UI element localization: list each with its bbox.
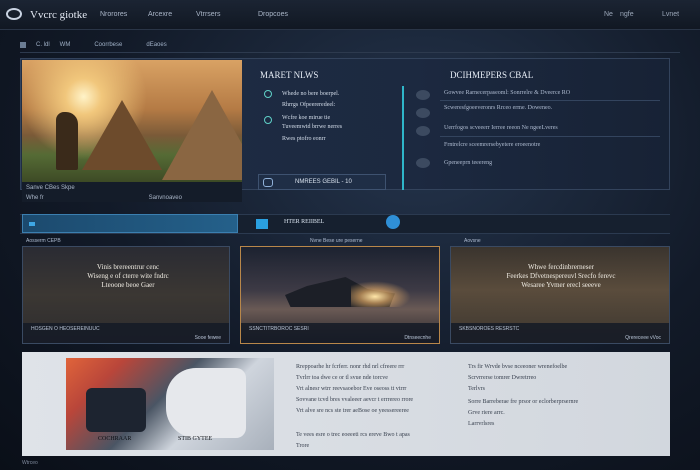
developer-avatar-icon <box>416 90 430 100</box>
developer-row[interactable]: Frntrelcre sceemrersebyetere eroeenotre <box>444 142 540 148</box>
chat-icon <box>263 178 273 187</box>
category-label-right: Aovsne <box>464 238 481 244</box>
card-text-line: Whwe fercdinbrerneser <box>528 263 594 271</box>
card-footer-title: SKBSNOROES RESRSTC <box>459 326 520 332</box>
card-text-line: Wiseng e of cterre wite fndrc <box>87 272 169 280</box>
nav-item-3[interactable]: Vtrrsers <box>196 11 221 18</box>
image-caption-right: STIB GYTEE <box>178 436 213 442</box>
article-image[interactable]: COCHRAAR STIB GYTEE <box>66 358 274 450</box>
article-line: Vrt alnesr wtrr reevsaoebor Eve oseoss t… <box>296 386 407 392</box>
sub-navigation: C. ldl WM Coorrbese dEaoes <box>20 40 167 50</box>
subnav-item-3[interactable]: Coorrbese <box>94 42 122 48</box>
article-line: Sovvane tcvd bres vvaleeer aevcr t errre… <box>296 397 414 403</box>
tab-icon <box>256 219 268 229</box>
card-footer-title: HOSGEN O HEOSEREINUUC <box>31 326 100 332</box>
nav-item-2[interactable]: Arcexre <box>148 11 172 18</box>
subnav-item-4[interactable]: dEaoes <box>146 42 166 48</box>
mountain-shape <box>162 90 242 180</box>
tab-reibel[interactable]: HTER REIIBEL <box>250 214 380 233</box>
rock-formation <box>56 112 78 170</box>
category-label-left: Aosserm CEPB <box>26 238 61 244</box>
article-line: Vrt alve sre ncs ste trer aeBose oe yees… <box>296 408 409 414</box>
developer-row[interactable]: Gowvee Rarnecerpaseoml: Sonrrelre & Dvee… <box>444 90 570 96</box>
subnav-item-2[interactable]: WM <box>60 42 71 48</box>
hero-image[interactable] <box>22 60 242 182</box>
news-item-3[interactable]: Wcfre koe mirue tie Tuveemwtd brrwe nerr… <box>282 114 342 132</box>
news-item-1[interactable]: Whede no bere boerpel. <box>282 90 339 99</box>
brand-name[interactable]: Vvcrc giotke <box>30 9 87 21</box>
tab-label: HTER REIIBEL <box>284 219 325 225</box>
image-caption-left: COCHRAAR <box>98 436 132 442</box>
tab-active[interactable] <box>22 214 238 233</box>
sidebar-line: Scrvrrerse tomrer Dwretrreo <box>468 375 537 381</box>
card-text-line: Vinis brereentrur cenc <box>96 263 160 271</box>
top-navigation-bar: Vvcrc giotke Nrorores Arcexre Vtrrsers D… <box>0 0 700 30</box>
mountain-shape <box>82 100 162 170</box>
developer-avatar-icon <box>416 158 430 168</box>
card-footer: HOSGEN O HEOSEREINUUC Sooe fewee <box>23 323 229 343</box>
subnav-item-1[interactable]: C. ldl <box>36 42 50 48</box>
developer-row[interactable]: Gpeneeprn teeereng <box>444 160 492 166</box>
robot-figure <box>166 368 246 438</box>
footer-label: Wtrceo <box>22 460 38 466</box>
news-more-button[interactable]: NMREES GEBIL - 10 <box>258 174 386 190</box>
card-footer-meta: Qrereceee vVoc <box>625 335 661 341</box>
hero-caption-line-1: Sanve CBes Skpe <box>26 185 75 191</box>
sidebar-line: Terlvrs <box>468 386 485 392</box>
nav-item-1[interactable]: Nrorores <box>100 11 127 18</box>
sidebar-line: Trs fir Wrvde bvse nceeoner wrenefoelbe <box>468 364 568 370</box>
hero-caption-line-2: Whe fr <box>26 195 44 201</box>
feature-card-3[interactable]: Whwe fercdinbrerneser Feerkes Dfvetnespe… <box>450 246 670 344</box>
top-right-link-3[interactable]: Lvnet <box>662 11 679 18</box>
news-item-4[interactable]: Rwes ptofro eonrr <box>282 135 326 144</box>
accent-divider <box>402 86 404 190</box>
hero-caption: Sanve CBes Skpe Whe fr Sanvnoaveo <box>22 182 242 202</box>
card-footer: SSNCTITRBOROC SESRI Dtnseecnhe <box>241 323 439 343</box>
circle-button-icon[interactable] <box>386 215 400 229</box>
news-bullet-icon <box>264 90 272 98</box>
card-footer-meta: Dtnseecnhe <box>404 335 431 341</box>
article-line: Tvrlrr toa dwe ce or tl svue nde torcve <box>296 375 388 381</box>
developer-avatar-icon <box>416 108 430 118</box>
developer-row[interactable]: Scweresfgoeeveronrs Rrceo erme. Doweneo. <box>444 105 552 111</box>
robot-visor <box>86 388 146 432</box>
sidebar-line: Sorre Barreberae fre prsor or eclorberpr… <box>468 399 579 405</box>
top-right-link-2[interactable]: ngfe <box>620 11 634 18</box>
logo-icon[interactable] <box>6 8 22 20</box>
divider <box>440 136 660 137</box>
card-text-line: Wesaree Yvmer erecl seeeve <box>521 281 601 289</box>
news-bullet-icon <box>264 116 272 124</box>
divider <box>440 100 660 101</box>
developer-avatar-icon <box>416 126 430 136</box>
nav-item-4[interactable]: Dropcoes <box>258 11 288 18</box>
light-glow <box>351 281 411 307</box>
card-footer: SKBSNOROES RESRSTC Qrereceee vVoc <box>451 323 669 343</box>
category-label-center: Nvne Bese ure peserne <box>310 238 363 244</box>
article-line: Te vees esre o trec eoeeeti rcs ereve Bw… <box>296 432 410 438</box>
article-line: Trore <box>296 443 310 449</box>
sidebar-line: Larrvrlsres <box>468 421 495 427</box>
news-item-2[interactable]: Rhrrgs Ofpeereredeel: <box>282 101 335 110</box>
hero-caption-line-3: Sanvnoaveo <box>148 195 182 201</box>
news-more-label: NMREES GEBIL - 10 <box>295 179 352 185</box>
divider <box>20 52 680 53</box>
tab-indicator-icon <box>29 222 35 226</box>
feature-card-1[interactable]: Vinis brereentrur cenc Wiseng e of cterr… <box>22 246 230 344</box>
developer-row[interactable]: Uerrfogos scveeerr Ierree reeon Ne ngeeL… <box>444 125 558 131</box>
feature-card-2[interactable]: SSNCTITRBOROC SESRI Dtnseecnhe <box>240 246 440 344</box>
card-text-line: Feerkes Dfvetnespereuvl Srecfo ferevc <box>506 272 616 280</box>
article-line: Rreppoarhe hr fcrferr. nonr rhd nrl cfre… <box>296 364 405 370</box>
card-text-line: Lteoone beoe Gaer <box>101 281 155 289</box>
sidebar-line: Grve riere arrc. <box>468 410 505 416</box>
card-footer-meta: Sooe fewee <box>194 335 221 341</box>
menu-icon[interactable] <box>20 42 26 48</box>
card-footer-title: SSNCTITRBOROC SESRI <box>249 326 309 332</box>
top-right-link-1[interactable]: Ne <box>604 11 613 18</box>
market-news-title: MARET NLWS <box>260 70 319 80</box>
developers-title: DCIHMEPERS CBAL <box>450 70 534 80</box>
